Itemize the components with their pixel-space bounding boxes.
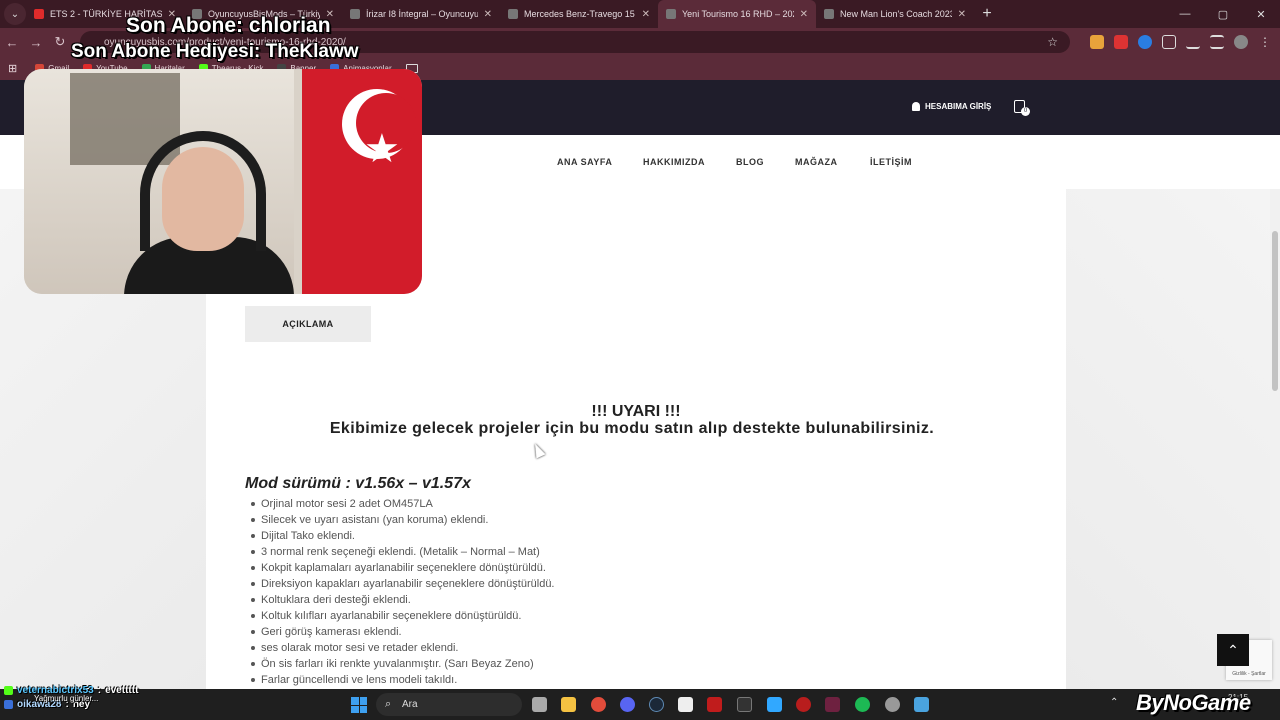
extension-icon[interactable]: [1138, 35, 1152, 49]
channel-watermark: ByNoGame: [1136, 690, 1251, 715]
profile-avatar-icon[interactable]: [1234, 35, 1248, 49]
chat-badge-icon: [4, 685, 13, 695]
flag-star-icon: ★: [364, 127, 400, 171]
background-right: [1066, 189, 1270, 689]
taskbar-search-placeholder: Ara: [402, 699, 418, 710]
minimize-button[interactable]: —: [1166, 8, 1204, 20]
browser-tab[interactable]: Yeni Tourismo 16 RHD – 2020 - ✕: [658, 0, 816, 28]
webcam-overlay: ★: [24, 69, 422, 294]
feature-item: Silecek ve uyarı asistanı (yan koruma) e…: [251, 512, 555, 528]
extensions-row: ⋮: [1090, 28, 1272, 56]
feature-item: Koltuk kılıfları ayarlanabilir seçenekle…: [251, 608, 555, 624]
app-icon[interactable]: [707, 697, 722, 712]
tab-title: New Man Lion's Coach 2023 –: [840, 9, 952, 19]
new-tab-button[interactable]: +: [974, 5, 1000, 23]
taskbar-search[interactable]: ⌕ Ara: [376, 693, 522, 716]
browser-tab[interactable]: İrizar I8 İntegral – OyuncuyusBi ✕: [342, 0, 500, 28]
tab-favicon-icon: [508, 9, 518, 19]
nav-item[interactable]: BLOG: [736, 157, 764, 167]
feature-item: Koltuklara deri desteği eklendi.: [251, 592, 555, 608]
menu-kebab-icon[interactable]: ⋮: [1258, 35, 1272, 49]
tab-favicon-icon: [824, 9, 834, 19]
discord-icon[interactable]: [620, 697, 635, 712]
file-explorer-icon[interactable]: [561, 697, 576, 712]
browser-tab[interactable]: New Man Lion's Coach 2023 – ✕: [816, 0, 974, 28]
scrollbar-thumb[interactable]: [1272, 231, 1278, 391]
nav-item[interactable]: MAĞAZA: [795, 157, 838, 167]
feature-item: Farlar güncellendi ve lens modeli takıld…: [251, 672, 555, 688]
weather-note: Yağmurlu günler...: [34, 694, 99, 703]
feature-item: ses olarak motor sesi ve retader eklendi…: [251, 640, 555, 656]
feature-item: Ön sis farları iki renkte yuvalanmıştır.…: [251, 656, 555, 672]
chevron-up-icon: ⌃: [1227, 641, 1239, 658]
account-login-link[interactable]: HESABIMA GİRİŞ: [912, 102, 991, 111]
feature-item: Direksiyon kapakları ayarlanabilir seçen…: [251, 578, 555, 590]
feature-item: Geri görüş kamerası eklendi.: [251, 624, 555, 640]
obs-icon[interactable]: [885, 697, 900, 712]
tab-title: Mercedes Benz-Travego 15 SHD: [524, 9, 636, 19]
puzzle-icon[interactable]: [1162, 35, 1176, 49]
last-gift-text: Son Abone Hediyesi: TheKlaww: [71, 41, 359, 62]
tab-close-icon[interactable]: ✕: [958, 9, 966, 20]
close-window-button[interactable]: ✕: [1242, 8, 1280, 21]
back-arrow-icon[interactable]: ←: [0, 35, 24, 50]
nav-item[interactable]: ANA SAYFA: [557, 157, 612, 167]
photoshop-icon[interactable]: [767, 697, 782, 712]
tab-description[interactable]: AÇIKLAMA: [245, 306, 371, 342]
windows-start-icon[interactable]: [351, 697, 367, 713]
forward-arrow-icon[interactable]: →: [24, 35, 48, 50]
cart-count-badge: 0: [1021, 107, 1030, 116]
reload-icon[interactable]: ↻: [48, 34, 72, 50]
nav-item[interactable]: HAKKIMIZDA: [643, 157, 705, 167]
feature-item: Kokpit kaplamaları ayarlanabilir seçenek…: [251, 560, 555, 576]
maximize-button[interactable]: ▢: [1204, 8, 1242, 21]
tab-favicon-icon: [350, 9, 360, 19]
browser-tab[interactable]: Mercedes Benz-Travego 15 SHD ✕: [500, 0, 658, 28]
search-icon: ⌕: [385, 698, 392, 710]
epic-games-icon[interactable]: [737, 697, 752, 712]
user-icon: [912, 102, 920, 111]
tab-title: İrizar I8 İntegral – OyuncuyusBi: [366, 9, 478, 19]
extension-icon[interactable]: [1114, 35, 1128, 49]
feature-item: Dijital Tako eklendi.: [251, 528, 555, 544]
window-controls: — ▢ ✕: [1166, 0, 1280, 28]
scroll-to-top-button[interactable]: ⌃: [1217, 634, 1249, 666]
windows-taskbar: ⌕ Ara ⌃ 21:15: [0, 689, 1280, 720]
app-icon[interactable]: [796, 697, 811, 712]
download-icon[interactable]: [1186, 35, 1200, 49]
steam-icon[interactable]: [649, 697, 664, 712]
tab-close-icon[interactable]: ✕: [484, 9, 492, 20]
extension-icon[interactable]: [1090, 35, 1104, 49]
app-icon[interactable]: [825, 697, 840, 712]
spotify-icon[interactable]: [855, 697, 870, 712]
capcut-icon[interactable]: [678, 697, 693, 712]
chat-badge-icon: [4, 699, 13, 709]
warning-text: Ekibimize gelecek projeler için bu modu …: [329, 420, 935, 437]
warning-title: !!! UYARI !!!: [591, 403, 681, 420]
account-label: HESABIMA GİRİŞ: [925, 102, 992, 111]
tray-chevron-icon[interactable]: ⌃: [1110, 697, 1118, 708]
headset-icon: [140, 131, 266, 251]
tab-favicon-icon: [34, 9, 44, 19]
tab-favicon-icon: [666, 9, 676, 19]
apps-grid-icon[interactable]: ⊞: [8, 62, 17, 75]
task-view-icon[interactable]: [532, 697, 547, 712]
app-icon[interactable]: [914, 697, 929, 712]
nav-item[interactable]: İLETİŞİM: [870, 157, 912, 167]
last-subscriber-text: Son Abone: chlorian: [126, 14, 331, 37]
page-scrollbar[interactable]: [1270, 189, 1280, 689]
bookmark-star-icon[interactable]: ☆: [1047, 35, 1058, 49]
cart-bag-icon[interactable]: 0: [1014, 100, 1030, 116]
version-heading: Mod sürümü : v1.56x – v1.57x: [245, 475, 471, 492]
chat-text: evettttt: [105, 684, 139, 696]
reading-list-icon[interactable]: [1210, 35, 1224, 49]
chrome-icon[interactable]: [591, 697, 606, 712]
tab-close-icon[interactable]: ✕: [800, 9, 808, 20]
feature-item: Orjinal motor sesi 2 adet OM457LA: [251, 496, 555, 512]
tab-title: Yeni Tourismo 16 RHD – 2020 -: [682, 9, 794, 19]
tab-search-button[interactable]: ⌄: [4, 3, 26, 25]
feature-item: 3 normal renk seçeneği eklendi. (Metalik…: [251, 544, 555, 560]
tab-close-icon[interactable]: ✕: [642, 9, 650, 20]
feature-list: Orjinal motor sesi 2 adet OM457LA Silecek…: [251, 496, 555, 688]
